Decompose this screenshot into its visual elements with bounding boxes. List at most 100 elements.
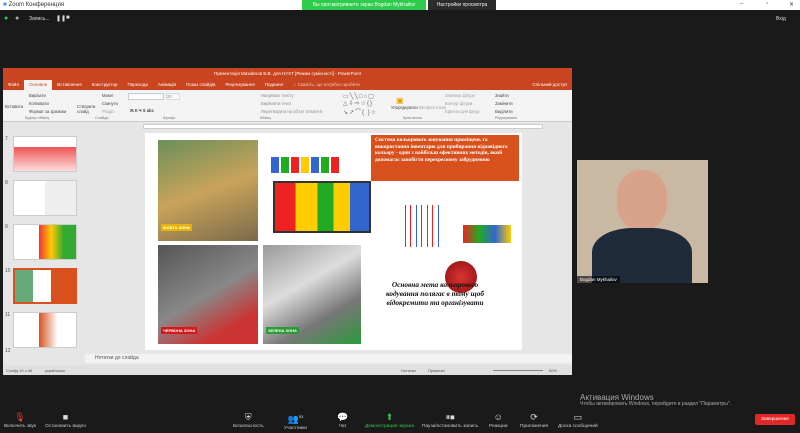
photo-red-zone: ЧЕРВОНА ЗОНА bbox=[158, 245, 258, 344]
align-text-button[interactable]: Вирівняти текст bbox=[261, 101, 292, 106]
thumb-number: 8 bbox=[5, 180, 8, 186]
maximize-button[interactable]: ▫ bbox=[766, 1, 768, 7]
reactions-button[interactable]: ☺ Реакции bbox=[489, 405, 508, 429]
comments-toggle[interactable]: Примітки bbox=[428, 368, 445, 373]
toolbar-label: Реакции bbox=[489, 424, 508, 429]
share-screen-icon: ⬆ bbox=[385, 412, 394, 422]
horizontal-ruler bbox=[143, 124, 543, 129]
shapes-gallery[interactable]: ▭╲╲□○▢ △⇩⇨☆{} ↘↗⌒{ }☆ bbox=[343, 93, 377, 116]
layout-button[interactable]: Макет bbox=[102, 93, 114, 98]
slide-thumbnail[interactable] bbox=[13, 312, 77, 348]
pause-stop-recording-button[interactable]: ⏸⏹ Пауза/остановить запись bbox=[422, 405, 478, 429]
select-button[interactable]: Виділити bbox=[495, 109, 513, 114]
tab-review[interactable]: Рецензування bbox=[220, 80, 259, 90]
mops-image bbox=[400, 205, 440, 247]
slide-thumbnails-panel: 7 8 9 10 11 12 bbox=[3, 130, 83, 354]
security-button[interactable]: ⛨ Безопасность bbox=[233, 405, 264, 429]
arrange-button[interactable]: Упорядкувати bbox=[391, 105, 418, 110]
shape-effects-button[interactable]: Ефекти для фігур bbox=[445, 109, 479, 114]
language-status[interactable]: українська bbox=[45, 368, 65, 373]
toolbar-label: Приложения bbox=[520, 424, 549, 429]
slide-thumbnail[interactable] bbox=[13, 136, 77, 172]
slide-counter: Слайд 10 з 46 bbox=[6, 368, 33, 373]
stop-recording-icon[interactable]: ■ bbox=[66, 15, 70, 21]
stop-video-button[interactable]: ■ Остановить видео bbox=[45, 405, 86, 429]
participants-icon: 👥53 bbox=[287, 414, 304, 424]
slide-thumbnail-selected[interactable] bbox=[13, 268, 77, 304]
group-label-clipboard: Буфер обміну bbox=[25, 116, 50, 120]
replace-button[interactable]: Замінити bbox=[495, 101, 513, 106]
tab-animations[interactable]: Анімація bbox=[153, 80, 181, 90]
chat-button[interactable]: 💬 Чат bbox=[337, 405, 348, 429]
share-notice: Вы просматриваете экран Bogdan Mykhailov bbox=[302, 0, 426, 10]
share-button[interactable]: Спільний доступ bbox=[527, 80, 572, 90]
powerpoint-window: Презентація Михайлов Б.В. для НУХТ [Режи… bbox=[3, 68, 572, 375]
quick-styles-button[interactable]: Експрес-стилі bbox=[419, 105, 446, 110]
font-size-select[interactable]: 20 bbox=[166, 93, 180, 100]
zone-label-red: ЧЕРВОНА ЗОНА bbox=[161, 327, 198, 334]
participant-face bbox=[617, 170, 667, 230]
group-label-slides: Слайди bbox=[95, 116, 109, 120]
chat-icon: 💬 bbox=[337, 412, 349, 422]
reactions-icon: ☺ bbox=[493, 412, 503, 422]
cut-button[interactable]: Вирізати bbox=[29, 93, 46, 98]
tab-view[interactable]: Подання bbox=[260, 80, 288, 90]
text-direction-button[interactable]: Напрямок тексту bbox=[261, 93, 294, 98]
zoom-level: 60% bbox=[549, 368, 558, 373]
apps-button[interactable]: ⟳ Приложения bbox=[520, 405, 548, 429]
zoom-title-bar: ■ Zoom Конференция – ▫ ✕ Вы просматривае… bbox=[0, 0, 800, 10]
thumb-number: 10 bbox=[5, 268, 11, 274]
smartart-button[interactable]: Перетворити на об'єкт SmartArt bbox=[261, 109, 322, 114]
toolbar-label: Включить звук bbox=[4, 424, 36, 429]
exit-fullscreen-button[interactable]: Вхід bbox=[776, 16, 786, 22]
share-screen-button[interactable]: ⬆ Демонстрация экрана bbox=[365, 405, 414, 429]
toolbar-label: Демонстрация экрана bbox=[365, 424, 415, 429]
tab-home[interactable]: Основне bbox=[24, 80, 53, 90]
cleaning-cloths-image bbox=[463, 225, 511, 243]
toolbar-label: Участники bbox=[284, 426, 307, 431]
slide-thumbnail[interactable] bbox=[13, 224, 77, 260]
tab-insert[interactable]: Вставлення bbox=[52, 80, 87, 90]
thumb-number: 9 bbox=[5, 224, 8, 230]
whiteboard-button[interactable]: ▭ Доска сообщений bbox=[558, 405, 598, 429]
toolbar-label: Пауза/остановить запись bbox=[422, 424, 479, 429]
minimize-button[interactable]: – bbox=[740, 1, 743, 7]
group-label-font: Шрифт bbox=[163, 116, 176, 120]
find-button[interactable]: Знайти bbox=[495, 93, 509, 98]
ribbon-tabs: Файл Основне Вставлення Конструктор Пере… bbox=[3, 80, 572, 90]
zoom-logo-icon: ■ bbox=[3, 2, 7, 8]
section-button[interactable]: Розділ bbox=[102, 109, 115, 114]
tab-design[interactable]: Конструктор bbox=[87, 80, 123, 90]
shape-outline-button[interactable]: Контур фігури bbox=[445, 101, 472, 106]
tab-file[interactable]: Файл bbox=[3, 80, 24, 90]
view-options-button[interactable]: Настройки просмотра bbox=[428, 0, 496, 10]
notes-toggle[interactable]: Нотатки bbox=[401, 368, 416, 373]
recording-status: Запись... bbox=[29, 16, 50, 22]
tell-me-search[interactable]: ♀ Скажіть, що потрібно зробити bbox=[288, 80, 365, 90]
format-painter-button[interactable]: Формат за зразком bbox=[29, 109, 66, 114]
tab-slideshow[interactable]: Показ слайдів bbox=[181, 80, 220, 90]
participants-button[interactable]: 👥53 Участники bbox=[284, 405, 307, 431]
slide-thumbnail[interactable] bbox=[13, 180, 77, 216]
thumb-number: 12 bbox=[5, 348, 11, 354]
end-meeting-button[interactable]: Завершение bbox=[755, 414, 795, 425]
paste-button[interactable]: Вставити bbox=[5, 104, 23, 109]
unmute-button[interactable]: 🎙 Включить звук bbox=[4, 405, 36, 429]
group-label-drawing: Креслення bbox=[403, 116, 422, 120]
pause-recording-icon[interactable]: ❚❚ bbox=[56, 15, 66, 22]
shape-fill-button[interactable]: Заливка фігури bbox=[445, 93, 475, 98]
close-button[interactable]: ✕ bbox=[789, 1, 794, 8]
meeting-toolbar: 🎙 Включить звук ■ Остановить видео ⛨ Безопа… bbox=[0, 405, 800, 433]
slide-canvas[interactable]: ЖОВТА ЗОНА ЧЕРВОНА ЗОНА ЗЕЛЕНА ЗОНА Сист… bbox=[145, 133, 522, 350]
copy-button[interactable]: Копіювати bbox=[29, 101, 49, 106]
reset-button[interactable]: Скинути bbox=[102, 101, 118, 106]
font-name-select[interactable] bbox=[128, 93, 164, 100]
whiteboard-icon: ▭ bbox=[573, 412, 583, 422]
tab-transitions[interactable]: Переходи bbox=[122, 80, 152, 90]
font-format-icons[interactable]: Ж К Ч S abc bbox=[130, 108, 154, 113]
toolbar-label: Чат bbox=[338, 424, 347, 429]
pause-stop-icon: ⏸⏹ bbox=[445, 412, 455, 422]
notes-pane[interactable]: Нотатки до слайда bbox=[85, 354, 572, 363]
new-slide-button[interactable]: Створити слайд bbox=[77, 104, 97, 114]
zoom-slider[interactable] bbox=[493, 370, 543, 371]
